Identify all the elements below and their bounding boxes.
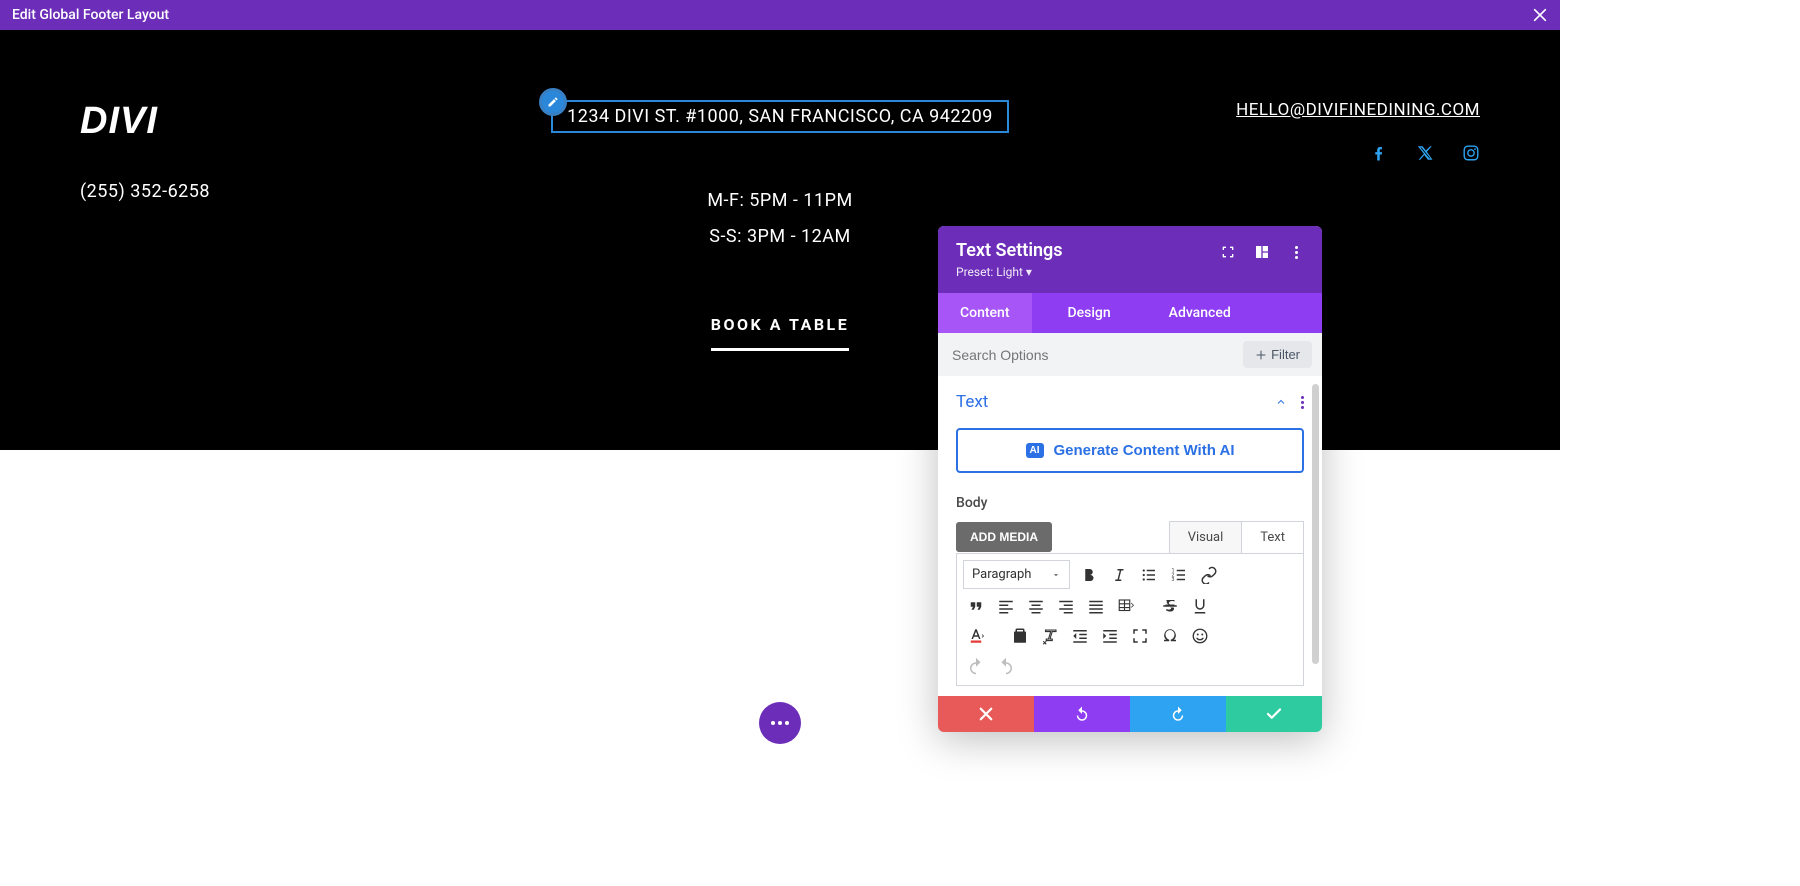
blockquote-icon[interactable] [961,591,991,621]
table-icon[interactable] [1111,591,1141,621]
underline-icon[interactable] [1185,591,1215,621]
add-media-button[interactable]: ADD MEDIA [956,522,1052,552]
align-center-icon[interactable] [1021,591,1051,621]
generate-content-ai-button[interactable]: AI Generate Content With AI [956,428,1304,473]
editor-subtabs: Visual Text [1169,521,1304,553]
panel-scrollbar[interactable] [1312,384,1319,664]
discard-button[interactable] [938,696,1034,732]
top-bar: Edit Global Footer Layout [0,0,1560,30]
numbered-list-icon[interactable]: 123 [1164,560,1194,590]
page-options-fab[interactable] [759,702,801,744]
footer-col-right: HELLO@DIVIFINEDINING.COM [1200,100,1480,162]
save-button[interactable] [1226,696,1322,732]
align-justify-icon[interactable] [1081,591,1111,621]
logo: DIVI [80,100,360,143]
format-select[interactable]: Paragraph [963,560,1070,589]
panel-footer [938,696,1322,732]
filter-label: Filter [1271,347,1300,362]
subtab-visual[interactable]: Visual [1170,522,1243,553]
align-left-icon[interactable] [991,591,1021,621]
undo-icon[interactable] [961,651,991,681]
subtab-text[interactable]: Text [1242,522,1303,553]
instagram-icon[interactable] [1462,144,1480,162]
text-settings-panel[interactable]: Text Settings Preset: Light ▾ Content De… [938,226,1322,732]
indent-icon[interactable] [1095,621,1125,651]
section-more-icon[interactable] [1301,396,1304,409]
svg-text:3: 3 [1172,577,1175,583]
panel-header[interactable]: Text Settings Preset: Light ▾ [938,226,1322,293]
align-right-icon[interactable] [1051,591,1081,621]
chevron-up-icon[interactable] [1275,396,1287,408]
address-text-module[interactable]: 1234 DIVI ST. #1000, SAN FRANCISCO, CA 9… [551,100,1009,133]
tab-advanced[interactable]: Advanced [1147,293,1253,333]
panel-tabs: Content Design Advanced [938,293,1322,333]
close-icon[interactable] [1532,7,1548,23]
clear-format-icon[interactable] [1035,621,1065,651]
facebook-icon[interactable] [1370,144,1388,162]
filter-button[interactable]: Filter [1243,341,1312,368]
special-char-icon[interactable] [1155,621,1185,651]
tab-content[interactable]: Content [938,293,1032,333]
panel-body: Text AI Generate Content With AI Body AD… [938,376,1322,696]
fullscreen-icon[interactable] [1125,621,1155,651]
bold-icon[interactable] [1074,560,1104,590]
strikethrough-icon[interactable] [1155,591,1185,621]
redo-icon[interactable] [991,651,1021,681]
search-options-input[interactable] [948,343,1243,367]
editor-toolbar: Paragraph 123 [956,553,1304,686]
body-label: Body [956,495,1304,511]
emoji-icon[interactable] [1185,621,1215,651]
paste-icon[interactable] [1005,621,1035,651]
contact-email[interactable]: HELLO@DIVIFINEDINING.COM [1200,100,1480,120]
expand-icon[interactable] [1220,244,1236,260]
phone-number: (255) 352-6258 [80,181,360,202]
footer-col-left: DIVI (255) 352-6258 [80,100,360,202]
link-icon[interactable] [1194,560,1224,590]
social-icons [1200,144,1480,162]
footer-preview: DIVI (255) 352-6258 1234 DIVI ST. #1000,… [0,30,1560,450]
undo-button[interactable] [1034,696,1130,732]
outdent-icon[interactable] [1065,621,1095,651]
tab-design[interactable]: Design [1046,293,1133,333]
book-table-button[interactable]: BOOK A TABLE [711,315,849,351]
panel-title: Text Settings [956,240,1063,261]
italic-icon[interactable] [1104,560,1134,590]
more-options-icon[interactable] [1288,244,1304,260]
snap-icon[interactable] [1254,244,1270,260]
x-twitter-icon[interactable] [1416,144,1434,162]
top-bar-title: Edit Global Footer Layout [12,7,169,23]
panel-search-bar: Filter [938,333,1322,376]
bullet-list-icon[interactable] [1134,560,1164,590]
edit-module-icon[interactable] [539,88,567,116]
hours-weekday: M-F: 5PM - 11PM [360,183,1200,219]
gen-ai-label: Generate Content With AI [1054,442,1235,459]
section-text-title[interactable]: Text [956,392,988,412]
ai-badge-icon: AI [1026,443,1044,458]
panel-preset[interactable]: Preset: Light ▾ [956,265,1063,279]
text-color-icon[interactable] [961,621,991,651]
redo-button[interactable] [1130,696,1226,732]
